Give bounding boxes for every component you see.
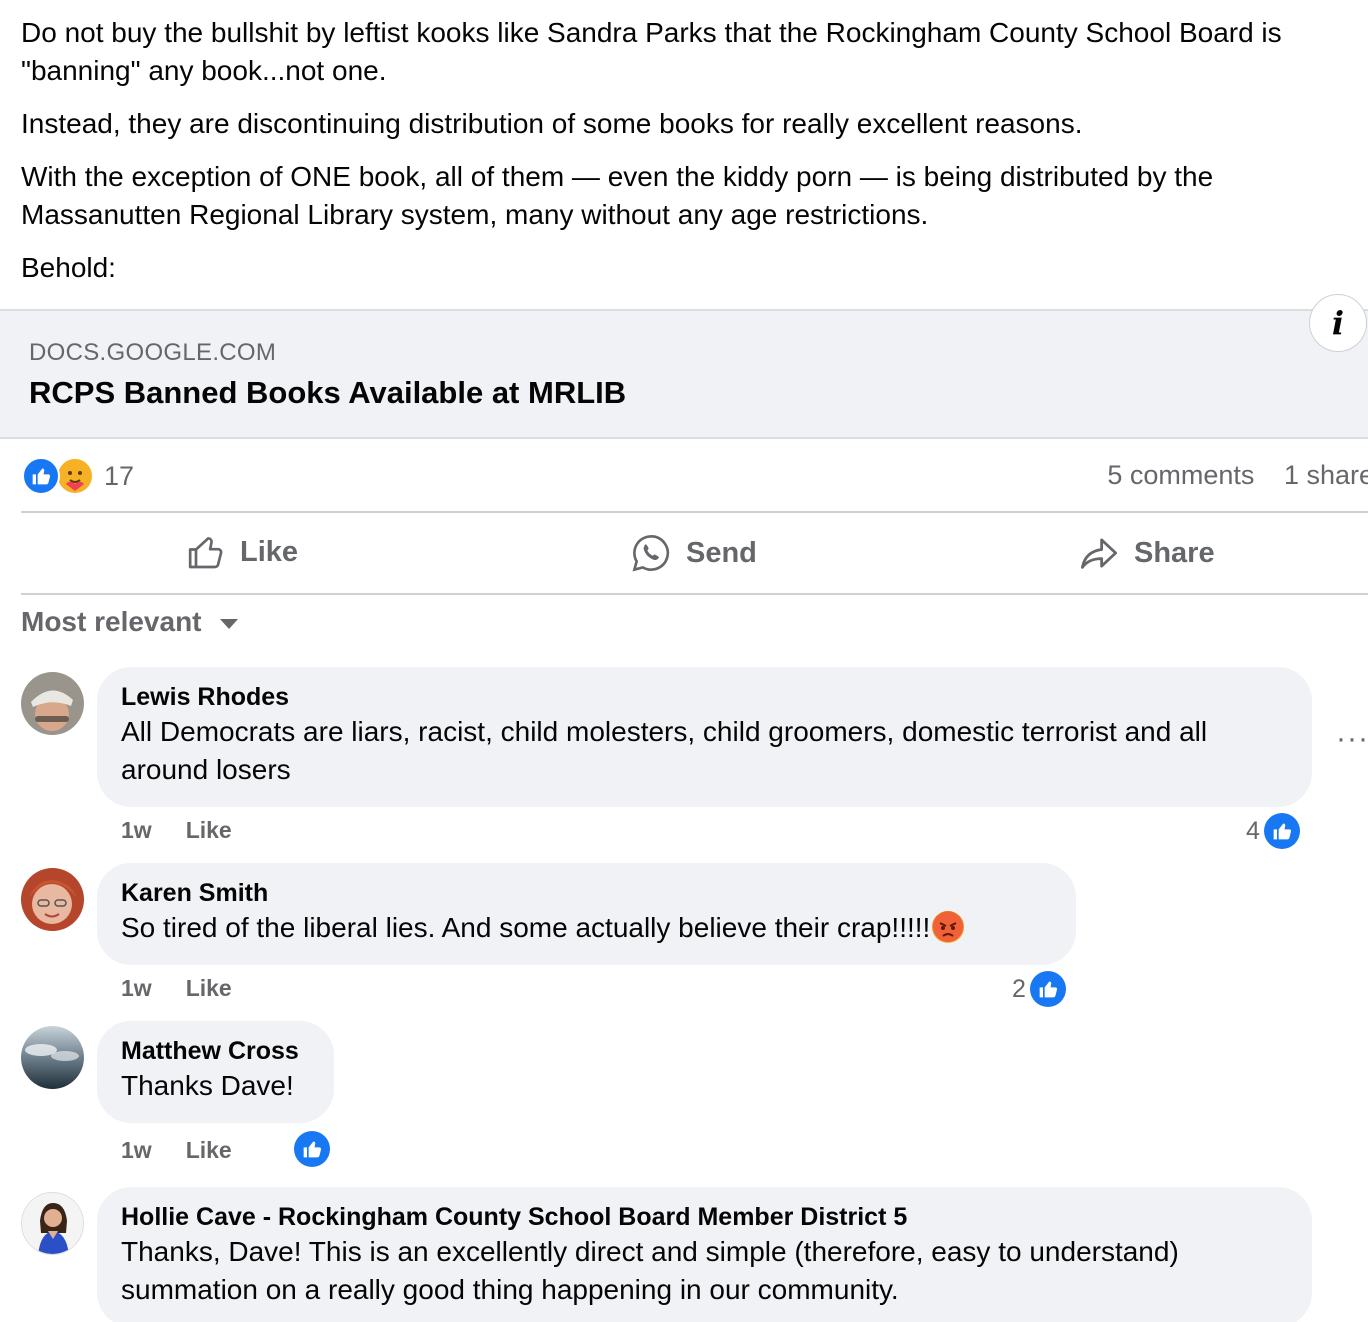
reaction-summary[interactable]: 17 (22, 456, 134, 496)
comments-count[interactable]: 5 comments (1107, 460, 1254, 490)
comment-like-count: 2 (1012, 974, 1026, 1003)
post-paragraph: Instead, they are discontinuing distribu… (21, 108, 1083, 139)
comment-like-link[interactable]: Like (186, 975, 232, 1002)
divider (21, 593, 1368, 595)
more-options-icon[interactable]: ··· (1336, 722, 1368, 756)
comment-text: Thanks, Dave! This is an excellently dir… (121, 1236, 1179, 1305)
woman-blue-dress-avatar (22, 1193, 83, 1254)
send-label: Send (686, 536, 757, 569)
info-icon: i (1331, 304, 1345, 342)
post-paragraph: Do not buy the bullshit by leftist kooks… (21, 17, 1282, 86)
like-icon (1029, 971, 1066, 1007)
avatar[interactable] (21, 1026, 84, 1089)
like-label: Like (240, 535, 299, 568)
like-icon (22, 457, 60, 495)
angry-face-icon (932, 911, 965, 943)
comment-meta: 1w Like (121, 975, 232, 1002)
sort-label: Most relevant (21, 606, 202, 637)
comment-bubble: Lewis Rhodes All Democrats are liars, ra… (97, 667, 1312, 807)
post-paragraph: With the exception of ONE book, all of t… (21, 161, 1214, 230)
post-stats: 5 comments 1 share (1107, 460, 1368, 491)
comment-meta: 1w Like (121, 1137, 232, 1164)
comment-like-link[interactable]: Like (186, 1137, 232, 1164)
commenter-name[interactable]: Lewis Rhodes (121, 681, 1288, 713)
comment-bubble: Karen Smith So tired of the liberal lies… (97, 863, 1076, 965)
comment-bubble: Matthew Cross Thanks Dave! (97, 1021, 334, 1123)
whatsapp-icon (632, 535, 670, 572)
avatar[interactable] (21, 672, 84, 735)
send-button[interactable]: Send (630, 532, 757, 574)
action-bar: Like Send Share (0, 514, 1368, 594)
link-title[interactable]: RCPS Banned Books Available at MRLIB (29, 375, 626, 411)
comment-reaction-count[interactable]: 2 (1012, 971, 1066, 1007)
post-paragraph: Behold: (21, 252, 116, 283)
woman-avatar (21, 868, 84, 931)
comment-text: So tired of the liberal lies. And some a… (121, 909, 1052, 947)
thumbs-up-icon (188, 537, 223, 569)
like-icon (1263, 813, 1300, 849)
reaction-count: 17 (104, 460, 135, 491)
comment-text: All Democrats are liars, racist, child m… (121, 716, 1208, 785)
comment-like-count: 4 (1246, 816, 1260, 845)
like-button[interactable]: Like (186, 532, 298, 572)
comment-text: Thanks Dave! (121, 1070, 294, 1101)
comment-reaction-count[interactable]: 4 (1246, 813, 1300, 849)
shares-count[interactable]: 1 share (1284, 460, 1368, 490)
comment-reaction-count[interactable] (290, 1131, 330, 1167)
comment-time[interactable]: 1w (121, 1137, 152, 1164)
comment-time[interactable]: 1w (121, 975, 152, 1002)
avatar[interactable] (21, 868, 84, 931)
comment-bubble: Hollie Cave - Rockingham County School B… (97, 1187, 1312, 1322)
divider (21, 511, 1368, 513)
commenter-name[interactable]: Hollie Cave - Rockingham County School B… (121, 1201, 1288, 1233)
share-arrow-icon (1080, 538, 1118, 569)
avatar[interactable] (21, 1192, 84, 1255)
commenter-name[interactable]: Karen Smith (121, 877, 1052, 909)
like-icon (294, 1131, 330, 1167)
commenter-name[interactable]: Matthew Cross (121, 1035, 310, 1067)
post-text: Do not buy the bullshit by leftist kooks… (21, 14, 1351, 302)
share-button[interactable]: Share (1078, 532, 1215, 574)
comment-like-link[interactable]: Like (186, 817, 232, 844)
comment-meta: 1w Like (121, 817, 232, 844)
person-with-cap-avatar (21, 672, 84, 735)
comment-time[interactable]: 1w (121, 817, 152, 844)
caret-down-icon (219, 619, 238, 629)
link-preview-card[interactable]: DOCS.GOOGLE.COM RCPS Banned Books Availa… (0, 309, 1368, 439)
share-label: Share (1134, 536, 1215, 569)
info-button[interactable]: i (1309, 294, 1367, 352)
care-icon (56, 457, 94, 495)
comment-sort-dropdown[interactable]: Most relevant (21, 606, 238, 638)
link-domain: DOCS.GOOGLE.COM (29, 339, 277, 366)
comment-text-body: So tired of the liberal lies. And some a… (121, 912, 931, 943)
cloudy-sky-avatar (21, 1026, 84, 1089)
